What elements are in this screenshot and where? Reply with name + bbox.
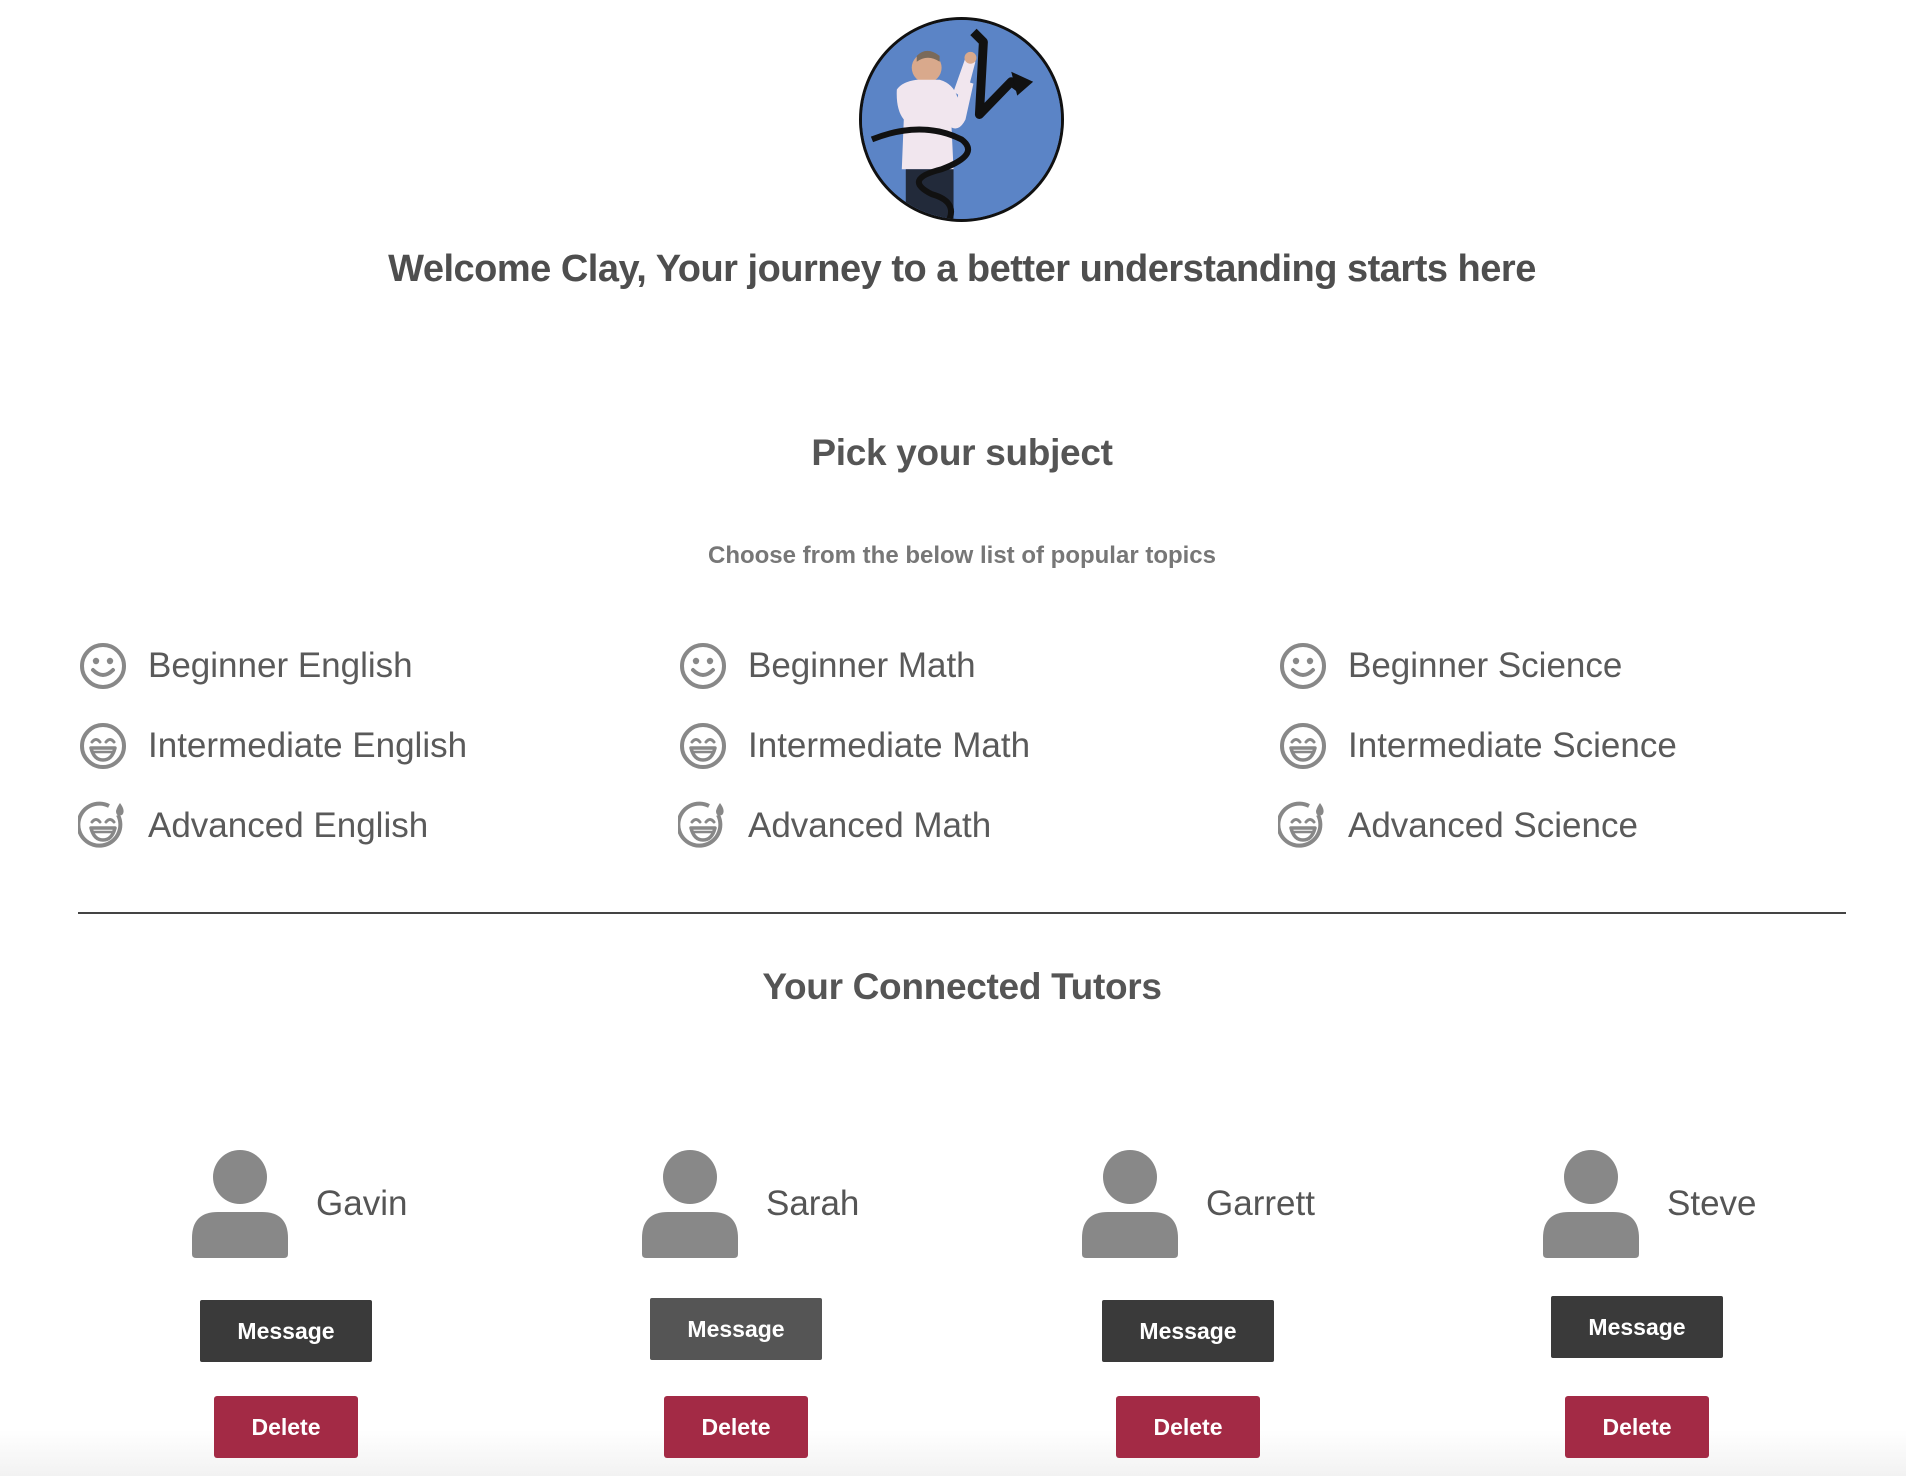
grin-icon [78,721,128,771]
subject-label: Advanced Science [1348,806,1638,845]
user-icon [1082,1150,1178,1258]
subjects-subtitle: Choose from the below list of popular to… [707,542,1217,569]
subject-intermediate-science[interactable]: Intermediate Science [1278,718,1677,774]
grin-icon [1278,721,1328,771]
subject-intermediate-english[interactable]: Intermediate English [78,718,467,774]
subject-label: Beginner Math [748,646,976,685]
subject-intermediate-math[interactable]: Intermediate Math [678,718,1030,774]
smile-icon [1278,641,1328,691]
grin-sweat-icon [1278,801,1328,851]
message-button[interactable]: Message [200,1300,372,1362]
tutor-card-garrett: Garrett Message Delete [1082,1150,1442,1476]
avatar-image [862,20,1061,219]
section-divider [78,912,1846,914]
subjects-title: Pick your subject [811,432,1113,473]
message-button[interactable]: Message [650,1298,822,1360]
subject-label: Intermediate English [148,726,468,765]
tutors-title: Your Connected Tutors [762,966,1162,1007]
tutor-card-gavin: Gavin Message Delete [192,1150,552,1476]
subject-advanced-science[interactable]: Advanced Science [1278,798,1638,854]
page: Welcome Clay, Your journey to a better u… [0,0,1906,1476]
subject-advanced-english[interactable]: Advanced English [78,798,428,854]
user-icon [1543,1150,1639,1258]
subject-label: Beginner Science [1348,646,1623,685]
subject-label: Advanced Math [748,806,992,845]
message-button[interactable]: Message [1551,1296,1723,1358]
subject-label: Intermediate Science [1348,726,1677,765]
tutor-name: Garrett [1206,1184,1315,1223]
message-button[interactable]: Message [1102,1300,1274,1362]
avatar[interactable] [859,17,1064,222]
delete-button[interactable]: Delete [664,1396,808,1458]
tutor-card-sarah: Sarah Message Delete [642,1150,1002,1476]
tutor-name: Gavin [316,1184,408,1223]
subject-label: Advanced English [148,806,429,845]
subject-beginner-science[interactable]: Beginner Science [1278,638,1622,694]
smile-icon [78,641,128,691]
subject-label: Beginner English [148,646,413,685]
grin-sweat-icon [678,801,728,851]
subject-beginner-math[interactable]: Beginner Math [678,638,976,694]
subject-advanced-math[interactable]: Advanced Math [678,798,991,854]
user-icon [192,1150,288,1258]
grin-sweat-icon [78,801,128,851]
delete-button[interactable]: Delete [1565,1396,1709,1458]
user-icon [642,1150,738,1258]
welcome-heading: Welcome Clay, Your journey to a better u… [388,248,1536,290]
tutor-name: Sarah [766,1184,860,1223]
smile-icon [678,641,728,691]
subject-beginner-english[interactable]: Beginner English [78,638,413,694]
grin-icon [678,721,728,771]
delete-button[interactable]: Delete [214,1396,358,1458]
delete-button[interactable]: Delete [1116,1396,1260,1458]
subject-label: Intermediate Math [748,726,1031,765]
tutor-card-steve: Steve Message Delete [1543,1150,1903,1476]
tutor-name: Steve [1667,1184,1757,1223]
